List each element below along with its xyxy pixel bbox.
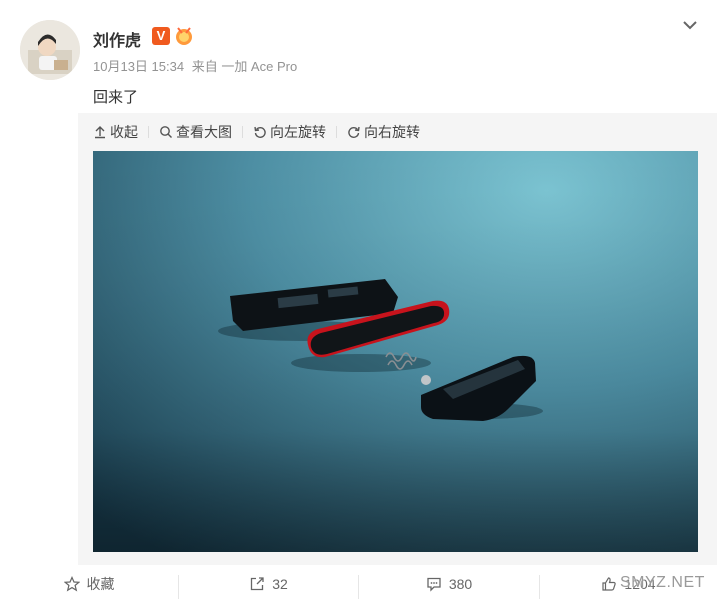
comment-count: 380	[448, 576, 473, 592]
author-name[interactable]: 刘作虎	[93, 27, 141, 51]
rotate-left-label: 向左旋转	[270, 124, 326, 140]
divider	[148, 126, 149, 138]
weibo-post: 刘作虎 V 10月13日 15:34 来自 一加 Ace Pro 回来了 收起 …	[0, 0, 717, 603]
rotate-left-icon	[254, 126, 266, 138]
action-bar: 收藏 32 380 1204	[0, 565, 717, 603]
collapse-button[interactable]: 收起	[93, 122, 138, 142]
avatar[interactable]	[20, 20, 80, 80]
rotate-right-icon	[348, 126, 360, 138]
post-source: 来自 一加 Ace Pro	[191, 59, 298, 74]
post-photo[interactable]	[93, 151, 698, 552]
upload-icon	[95, 126, 105, 139]
search-icon	[160, 126, 172, 138]
favorite-label: 收藏	[86, 576, 115, 592]
divider	[336, 126, 337, 138]
view-large-button[interactable]: 查看大图	[159, 122, 232, 142]
view-large-label: 查看大图	[176, 124, 232, 140]
divider	[242, 126, 243, 138]
chevron-down-icon[interactable]	[680, 17, 700, 33]
collapse-label: 收起	[110, 124, 138, 140]
post-meta: 10月13日 15:34 来自 一加 Ace Pro	[93, 56, 301, 75]
thumbs-up-icon	[602, 577, 617, 591]
comment-button[interactable]: 380	[359, 565, 539, 603]
share-icon	[251, 577, 264, 591]
rotate-left-button[interactable]: 向左旋转	[253, 122, 326, 142]
rotate-right-label: 向右旋转	[364, 124, 420, 140]
site-watermark: SMYZ.NET	[620, 574, 705, 591]
verified-badge: V	[152, 27, 170, 45]
rotate-right-button[interactable]: 向右旋转	[347, 122, 420, 142]
post-time[interactable]: 10月13日 15:34	[93, 59, 184, 74]
repost-count: 32	[272, 576, 288, 592]
post-text: 回来了	[93, 89, 139, 106]
comment-icon	[427, 577, 441, 592]
star-icon	[63, 576, 80, 592]
image-toolbar: 收起 查看大图 向左旋转 向右旋转	[93, 122, 420, 142]
favorite-button[interactable]: 收藏	[0, 565, 178, 603]
medal-icon	[176, 27, 192, 45]
repost-button[interactable]: 32	[179, 565, 358, 603]
